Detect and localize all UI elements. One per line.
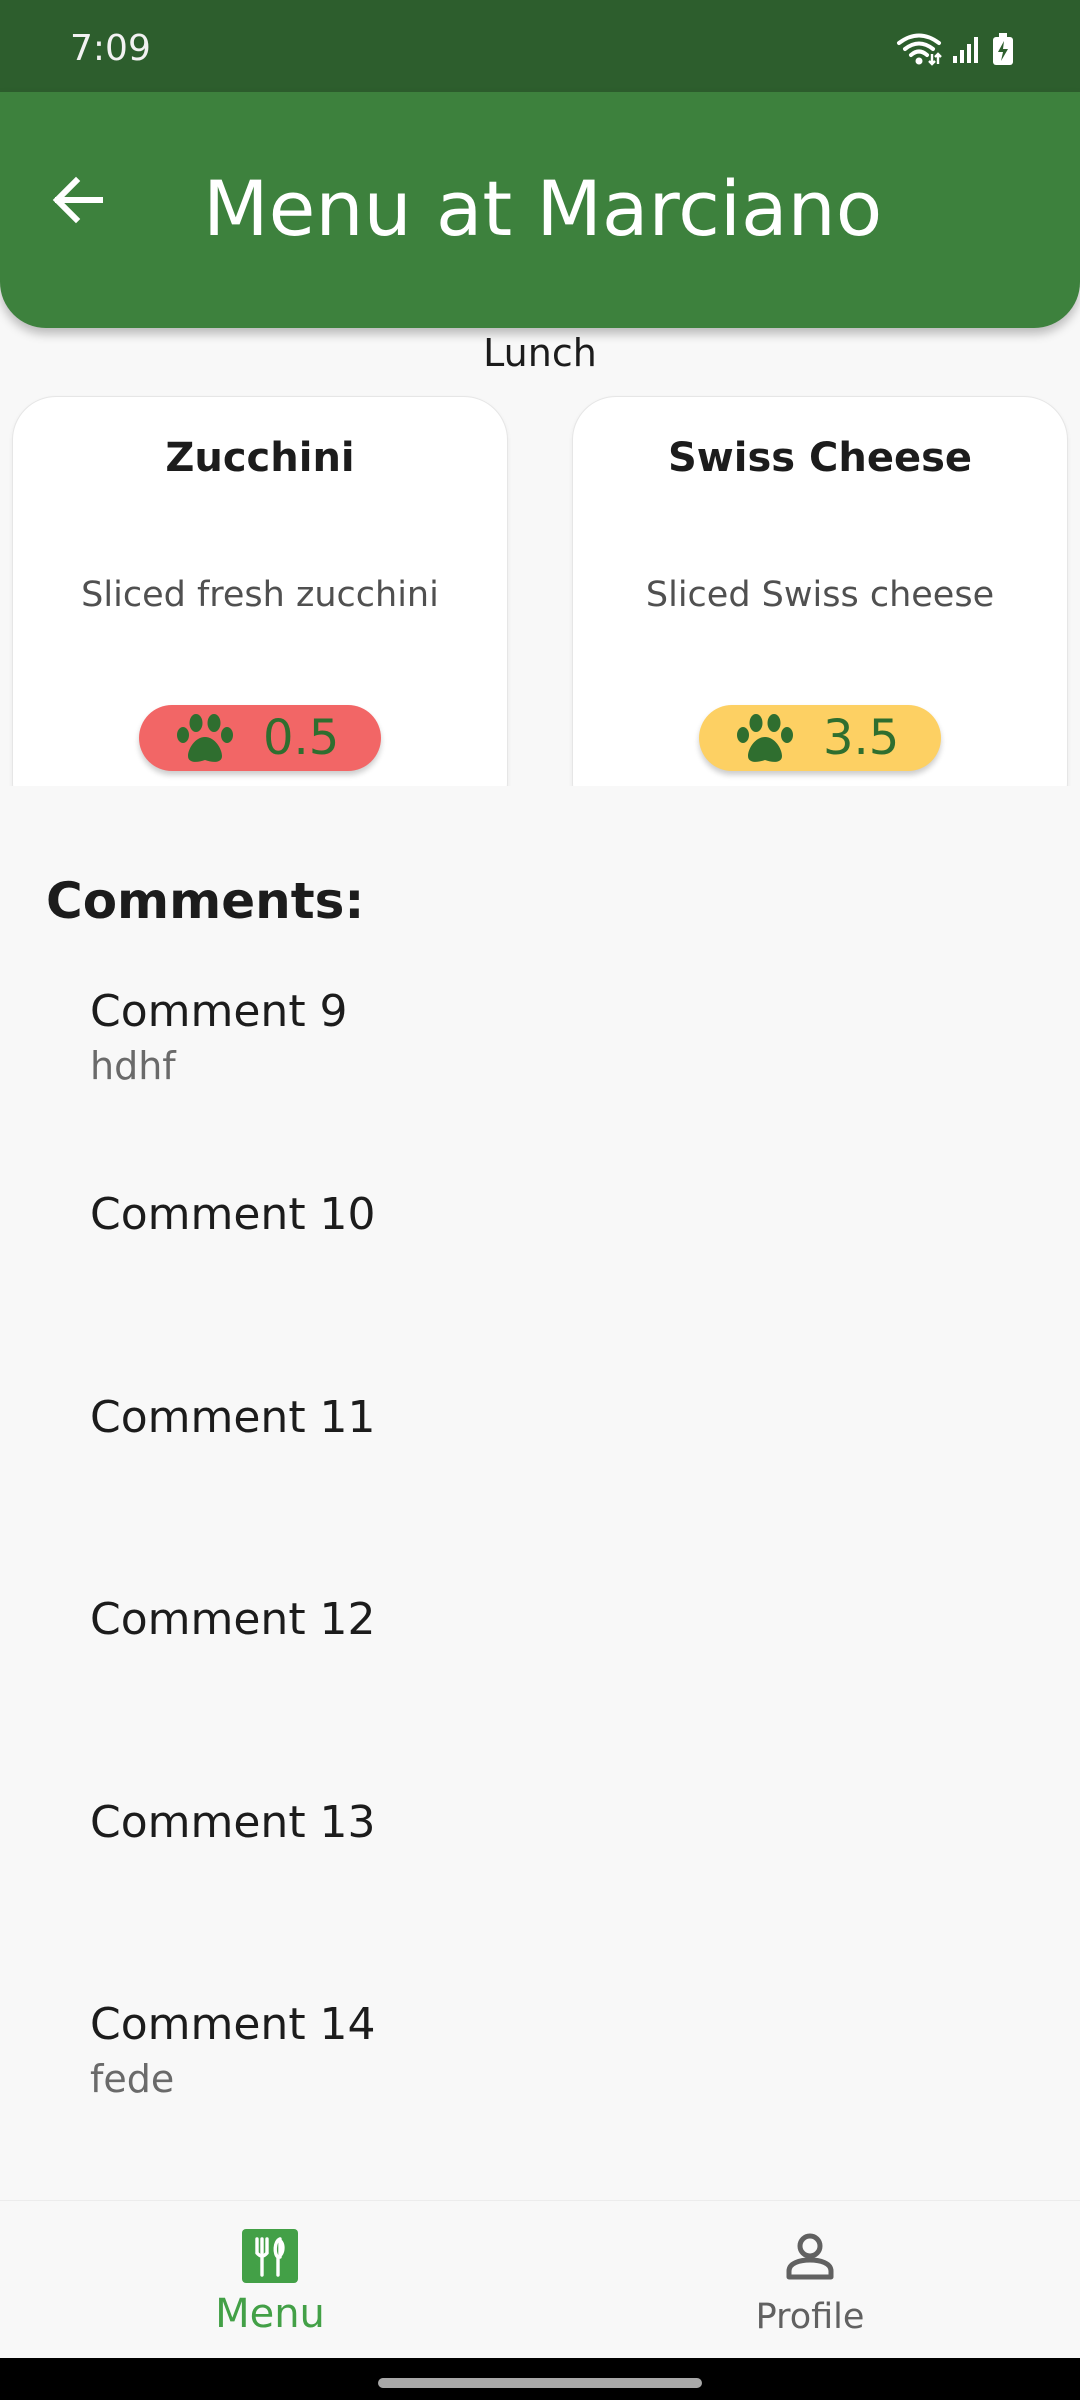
comment-item[interactable]: Comment 9 hdhf xyxy=(90,984,348,1092)
menu-card-swiss-cheese[interactable]: Swiss Cheese Sliced Swiss cheese 3.5 xyxy=(572,396,1068,786)
comment-title: Comment 14 xyxy=(90,1999,376,2050)
system-gesture-bar xyxy=(0,2358,1080,2400)
bottom-navigation: Menu Profile xyxy=(0,2200,1080,2358)
rating-value: 0.5 xyxy=(263,710,340,766)
comment-title: Comment 11 xyxy=(90,1392,376,1443)
nav-label: Profile xyxy=(755,2297,865,2337)
card-description: Sliced Swiss cheese xyxy=(645,575,995,615)
menu-card-zucchini[interactable]: Zucchini Sliced fresh zucchini 0.5 xyxy=(12,396,508,786)
status-time: 7:09 xyxy=(70,28,151,69)
menu-cards: Zucchini Sliced fresh zucchini 0.5 Swiss… xyxy=(0,392,1080,786)
status-bar: 7:09 xyxy=(0,0,1080,92)
app-bar: Menu at Marciano xyxy=(0,92,1080,328)
nav-item-profile[interactable]: Profile xyxy=(540,2201,1080,2359)
card-description: Sliced fresh zucchini xyxy=(81,575,439,615)
wifi-icon xyxy=(896,32,942,70)
nav-item-menu[interactable]: Menu xyxy=(0,2201,540,2359)
comment-title: Comment 12 xyxy=(90,1594,376,1645)
battery-charging-icon xyxy=(992,32,1014,70)
comment-item[interactable]: Comment 14 fede xyxy=(90,1997,376,2105)
card-title: Swiss Cheese xyxy=(667,435,973,481)
comments-heading: Comments: xyxy=(46,872,365,930)
rating-value: 3.5 xyxy=(823,710,900,766)
card-title: Zucchini xyxy=(165,435,355,481)
paw-icon xyxy=(175,713,235,769)
comment-item[interactable]: Comment 13 xyxy=(90,1795,376,1851)
comment-text: fede xyxy=(90,2057,175,2101)
status-icons xyxy=(896,32,1014,70)
gesture-handle[interactable] xyxy=(378,2378,702,2388)
back-button[interactable] xyxy=(30,154,126,250)
rating-badge: 3.5 xyxy=(699,705,941,771)
arrow-left-icon xyxy=(52,176,104,228)
comment-item[interactable]: Comment 10 xyxy=(90,1187,376,1243)
person-icon xyxy=(780,2227,840,2289)
meal-label: Lunch xyxy=(483,331,597,375)
paw-icon xyxy=(735,713,795,769)
comment-title: Comment 10 xyxy=(90,1189,376,1240)
comment-title: Comment 13 xyxy=(90,1797,376,1848)
comment-title: Comment 9 xyxy=(90,986,348,1037)
comment-item[interactable]: Comment 12 xyxy=(90,1592,376,1648)
nav-label: Menu xyxy=(215,2291,325,2337)
signal-icon xyxy=(952,34,982,68)
comment-item[interactable]: Comment 11 xyxy=(90,1390,376,1446)
page-title: Menu at Marciano xyxy=(203,164,883,253)
rating-badge: 0.5 xyxy=(139,705,381,771)
comment-text: hdhf xyxy=(90,1044,176,1088)
restaurant-icon xyxy=(240,2227,300,2289)
